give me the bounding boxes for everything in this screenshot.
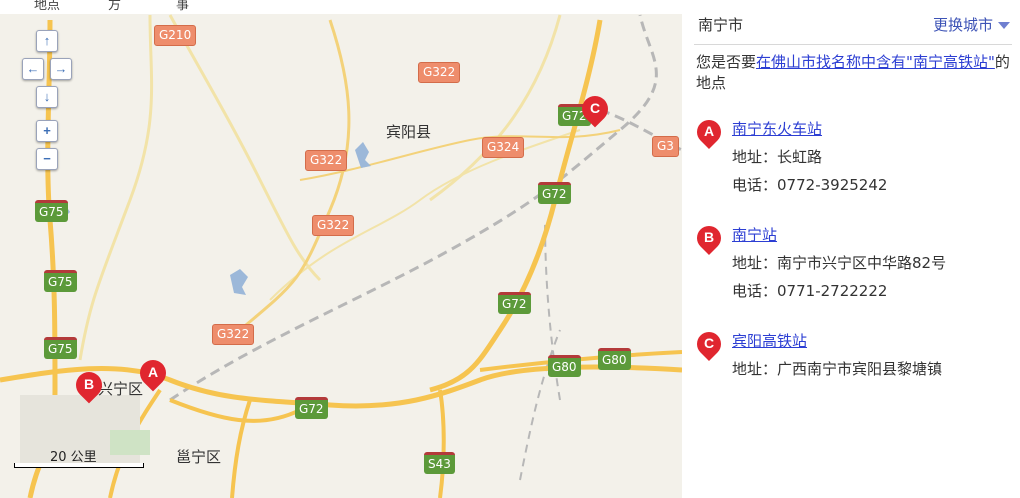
result-marker-a[interactable]: A <box>692 115 726 154</box>
phone-value: 0772-3925242 <box>777 176 888 194</box>
result-name-link[interactable]: 南宁站 <box>732 224 777 245</box>
highway-shield: G322 <box>212 324 255 345</box>
prompt-text: 您是否要 <box>696 53 757 71</box>
zoom-out-button[interactable]: − <box>36 148 58 170</box>
map-top-label: 事 <box>176 0 190 12</box>
switch-city-label: 更换城市 <box>932 16 993 34</box>
map-roads-layer <box>0 14 682 498</box>
highway-shield: G322 <box>312 215 355 236</box>
highway-shield: G80 <box>598 348 631 370</box>
result-address: 地址：广西南宁市宾阳县黎塘镇 <box>732 358 942 379</box>
result-address: 地址：长虹路 <box>732 146 822 167</box>
phone-label: 电话： <box>732 176 778 194</box>
result-phone: 电话：0771-2722222 <box>732 280 887 301</box>
map-view[interactable]: 地点 方 事 ↑ ← → ↓ + − G210 G322 G322 G322 G… <box>0 0 682 498</box>
highway-shield: G324 <box>482 137 525 158</box>
scale-line <box>14 463 144 468</box>
current-city: 南宁市 <box>698 16 744 34</box>
place-label: 宾阳县 <box>386 123 432 141</box>
address-value: 广西南宁市宾阳县黎塘镇 <box>777 360 943 378</box>
address-value: 长虹路 <box>777 148 823 166</box>
divider <box>694 44 1012 45</box>
highway-shield: G75 <box>44 337 77 359</box>
suggestion-mid-text: 找名称中含有 <box>816 53 907 71</box>
suggestion-link[interactable]: 在佛山市找名称中含有"南宁高铁站" <box>756 53 995 71</box>
scale-bar: 20 公里 <box>14 446 144 468</box>
address-value: 南宁市兴宁区中华路82号 <box>777 254 947 272</box>
results-panel: 南宁市 更换城市 您是否要在佛山市找名称中含有"南宁高铁站"的地点 A 南宁东火… <box>682 0 1020 498</box>
result-name-link[interactable]: 宾阳高铁站 <box>732 330 807 351</box>
highway-shield: G210 <box>154 25 197 46</box>
phone-value: 0771-2722222 <box>777 282 888 300</box>
phone-label: 电话： <box>732 282 778 300</box>
marker-letter: B <box>83 376 95 392</box>
highway-shield: S43 <box>424 452 455 474</box>
address-label: 地址： <box>732 148 778 166</box>
switch-city-button[interactable]: 更换城市 <box>933 14 1010 35</box>
map-marker-a[interactable]: A <box>134 354 172 394</box>
pan-left-button[interactable]: ← <box>22 58 44 80</box>
result-name-link[interactable]: 南宁东火车站 <box>732 118 822 139</box>
highway-shield: G72 <box>295 397 328 419</box>
highway-shield: G3 <box>652 136 679 157</box>
chevron-down-icon <box>998 22 1010 29</box>
search-suggestion: 您是否要在佛山市找名称中含有"南宁高铁站"的地点 <box>696 52 1014 94</box>
map-marker-b[interactable]: B <box>70 366 108 406</box>
zoom-in-button[interactable]: + <box>36 120 58 142</box>
result-phone: 电话：0772-3925242 <box>732 174 887 195</box>
place-label: 邕宁区 <box>176 448 222 466</box>
highway-shield: G72 <box>498 292 531 314</box>
result-marker-c[interactable]: C <box>692 327 726 366</box>
highway-shield: G80 <box>548 355 581 377</box>
map-top-strip: 地点 方 事 <box>0 0 682 14</box>
suggestion-keyword-link: "南宁高铁站" <box>906 53 995 71</box>
pan-up-button[interactable]: ↑ <box>36 30 58 52</box>
marker-letter: C <box>589 100 601 116</box>
marker-letter: A <box>703 123 715 139</box>
marker-letter: C <box>703 335 715 351</box>
suggestion-city-link: 在佛山市 <box>756 53 817 71</box>
map-marker-c[interactable]: C <box>576 90 614 130</box>
highway-shield: G322 <box>305 150 348 171</box>
highway-shield: G75 <box>35 200 68 222</box>
result-address: 地址：南宁市兴宁区中华路82号 <box>732 252 946 273</box>
marker-letter: B <box>703 229 715 245</box>
result-marker-b[interactable]: B <box>692 221 726 260</box>
map-top-label: 地点 <box>34 0 61 12</box>
place-label: 兴宁区 <box>98 380 144 398</box>
highway-shield: G75 <box>44 270 77 292</box>
pan-down-button[interactable]: ↓ <box>36 86 58 108</box>
pan-right-button[interactable]: → <box>50 58 72 80</box>
address-label: 地址： <box>732 254 778 272</box>
map-top-label: 方 <box>108 0 122 12</box>
marker-letter: A <box>147 364 159 380</box>
highway-shield: G322 <box>418 62 461 83</box>
highway-shield: G72 <box>538 182 571 204</box>
address-label: 地址： <box>732 360 778 378</box>
